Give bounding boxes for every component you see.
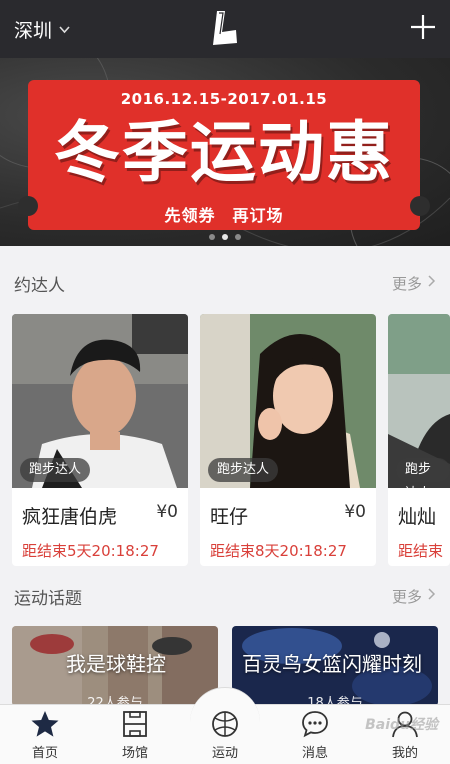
- city-selector[interactable]: 深圳: [14, 16, 70, 43]
- topic-card[interactable]: 百灵鸟女篮闪耀时刻 18人参与: [232, 626, 438, 706]
- chevron-down-icon: [59, 23, 70, 37]
- person-price: ¥0: [344, 502, 366, 522]
- nav-label: 消息: [301, 746, 328, 761]
- nav-messages[interactable]: 消息: [270, 705, 360, 764]
- person-countdown: 距结束: [398, 542, 444, 560]
- person-name: 疯狂唐伯虎: [22, 506, 118, 528]
- ball-icon: [212, 711, 238, 737]
- promo-subtitle: 先领券 再订场: [164, 206, 284, 225]
- nav-label: 场馆: [121, 746, 148, 761]
- nav-venue[interactable]: 场馆: [90, 705, 180, 764]
- top-bar: 深圳: [0, 0, 450, 58]
- people-section-header: 约达人 更多: [0, 265, 450, 301]
- person-countdown: 距结束5天20:18:27: [22, 542, 159, 560]
- venue-icon: [123, 711, 147, 737]
- nav-label: 运动: [211, 746, 238, 761]
- person-card[interactable]: 跑步达人 灿灿 距结束: [388, 314, 450, 566]
- plus-icon[interactable]: [410, 14, 436, 40]
- l-logo-icon: [210, 10, 240, 46]
- more-link[interactable]: 更多: [392, 273, 436, 294]
- person-tag: 跑步达人: [396, 458, 450, 501]
- promo-date-range: 2016.12.15-2017.01.15: [120, 90, 328, 108]
- more-label: 更多: [391, 587, 422, 606]
- topic-title: 我是球鞋控: [66, 652, 166, 676]
- person-price: ¥0: [156, 502, 178, 522]
- topics-section-header: 运动话题 更多: [0, 578, 450, 614]
- carousel-dot-active[interactable]: [222, 234, 228, 240]
- city-label: 深圳: [14, 20, 53, 42]
- more-label: 更多: [391, 274, 422, 293]
- person-card[interactable]: 跑步达人 旺仔 ¥0 距结束8天20:18:27: [200, 314, 376, 566]
- chevron-right-icon: [428, 275, 436, 291]
- nav-label: 首页: [31, 746, 58, 761]
- person-card[interactable]: 跑步达人 疯狂唐伯虎 ¥0 距结束5天20:18:27: [12, 314, 188, 566]
- person-name: 灿灿: [398, 506, 437, 528]
- section-title: 运动话题: [14, 588, 82, 609]
- carousel-dot[interactable]: [235, 234, 241, 240]
- topic-title: 百灵鸟女篮闪耀时刻: [242, 652, 422, 676]
- topic-card[interactable]: 我是球鞋控 22人参与: [12, 626, 218, 706]
- person-name: 旺仔: [210, 506, 249, 528]
- person-tag: 跑步达人: [20, 458, 91, 482]
- section-title: 约达人: [14, 275, 65, 296]
- nav-sport[interactable]: 运动: [180, 687, 270, 764]
- chat-icon: [302, 711, 328, 738]
- person-tag: 跑步达人: [208, 458, 279, 482]
- promo-title: 冬季运动惠: [54, 114, 394, 191]
- more-link[interactable]: 更多: [392, 586, 436, 607]
- nav-label: 我的: [391, 746, 418, 761]
- promo-ticket: 2016.12.15-2017.01.15 冬季运动惠 先领券 再订场: [18, 80, 430, 230]
- nav-home[interactable]: 首页: [0, 705, 90, 764]
- bottom-nav: 首页 场馆 运动 消息 我的: [0, 687, 450, 764]
- carousel-dot[interactable]: [209, 234, 215, 240]
- watermark: Baidu经验: [365, 717, 438, 733]
- carousel-indicator: [0, 234, 450, 240]
- star-icon: [31, 711, 59, 737]
- promo-banner[interactable]: 2016.12.15-2017.01.15 冬季运动惠 先领券 再订场: [0, 58, 450, 246]
- chevron-right-icon: [428, 588, 436, 604]
- person-countdown: 距结束8天20:18:27: [210, 542, 347, 560]
- app-screen: 深圳 2016.12.15-2017.01.15 冬季运动惠 先领券 再订场 约…: [0, 0, 450, 764]
